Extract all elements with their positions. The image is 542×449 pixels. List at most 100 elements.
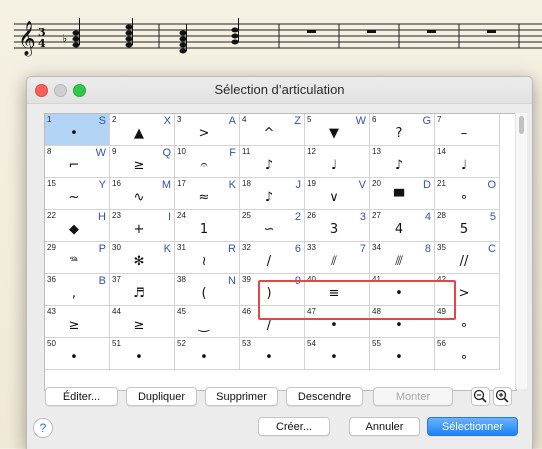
- articulation-cell[interactable]: 16 M ∿: [110, 178, 175, 210]
- articulation-cell[interactable]: 5 W ▼: [305, 114, 370, 146]
- cell-number: 12: [307, 147, 316, 156]
- articulation-cell[interactable]: 4 Z ^: [240, 114, 305, 146]
- articulation-cell[interactable]: 15 Y ~: [45, 178, 110, 210]
- music-staff: 𝄞 3 4 ♭: [14, 18, 542, 57]
- articulation-cell[interactable]: 56 ∘: [435, 338, 500, 370]
- articulation-symbol-icon: ≈: [198, 190, 210, 205]
- cell-shortcut-key: Z: [294, 115, 301, 127]
- articulation-symbol-icon: •: [200, 350, 208, 365]
- articulation-cell[interactable]: 41 •: [370, 274, 435, 306]
- articulation-cell[interactable]: 20 D ▀: [370, 178, 435, 210]
- cell-shortcut-key: H: [98, 211, 106, 223]
- cell-number: 27: [372, 211, 381, 220]
- articulation-cell[interactable]: 38 N (: [175, 274, 240, 306]
- articulation-symbol-icon: ∽: [263, 222, 275, 237]
- duplicate-button[interactable]: Dupliquer: [126, 387, 197, 406]
- cell-number: 55: [372, 339, 381, 348]
- articulation-symbol-icon: ♩: [460, 158, 468, 173]
- articulation-cell[interactable]: 6 G?: [370, 114, 435, 146]
- articulation-cell[interactable]: 11 ♪: [240, 146, 305, 178]
- articulation-cell[interactable]: 43 ≥: [45, 306, 110, 338]
- articulation-cell[interactable]: 52 •: [175, 338, 240, 370]
- cell-shortcut-key: D: [423, 179, 431, 191]
- articulation-cell[interactable]: 17 K ≈: [175, 178, 240, 210]
- create-button[interactable]: Créer...: [258, 417, 330, 436]
- cell-shortcut-key: P: [98, 243, 106, 255]
- articulation-cell[interactable]: 26 3 3: [305, 210, 370, 242]
- articulation-symbol-icon: ≥: [133, 158, 145, 173]
- cell-shortcut-key: 6: [294, 243, 301, 255]
- articulation-cell[interactable]: 28 5 5: [435, 210, 500, 242]
- articulation-cell[interactable]: 49 ∘: [435, 306, 500, 338]
- articulation-cell[interactable]: 18 J ♪: [240, 178, 305, 210]
- articulation-symbol-icon: /: [266, 254, 272, 269]
- articulation-cell[interactable]: 37 ♬: [110, 274, 175, 306]
- articulation-symbol-icon: ♩: [330, 158, 338, 173]
- articulation-cell[interactable]: 12 ♩: [305, 146, 370, 178]
- zoom-in-button[interactable]: [493, 387, 512, 406]
- articulation-cell[interactable]: 10 F 𝄐: [175, 146, 240, 178]
- articulation-cell[interactable]: 34 8 ⫻: [370, 242, 435, 274]
- articulation-cell[interactable]: 29 P 𝆮: [45, 242, 110, 274]
- articulation-symbol-icon: •: [70, 350, 78, 365]
- articulation-cell[interactable]: 39 9): [240, 274, 305, 306]
- articulation-cell[interactable]: 21 O ∘: [435, 178, 500, 210]
- articulation-cell[interactable]: 46 /: [240, 306, 305, 338]
- articulation-cell[interactable]: 7–: [435, 114, 500, 146]
- articulation-cell[interactable]: 8 W ⌐: [45, 146, 110, 178]
- title-bar: Sélection d’articulation: [27, 77, 532, 104]
- zoom-out-button[interactable]: [471, 387, 490, 406]
- articulation-cell[interactable]: 48 •: [370, 306, 435, 338]
- cell-number: 16: [112, 179, 121, 188]
- move-down-button[interactable]: Descendre: [286, 387, 363, 406]
- cancel-button[interactable]: Annuler: [349, 417, 420, 436]
- move-up-button[interactable]: Monter: [373, 387, 453, 406]
- articulation-cell[interactable]: 51 •: [110, 338, 175, 370]
- delete-button[interactable]: Supprimer: [205, 387, 278, 406]
- articulation-cell[interactable]: 53 •: [240, 338, 305, 370]
- cell-shortcut-key: 2: [294, 211, 301, 223]
- articulation-cell[interactable]: 36 B,: [45, 274, 110, 306]
- articulation-cell[interactable]: 35 C //: [435, 242, 500, 274]
- articulation-cell[interactable]: 22 H ◆: [45, 210, 110, 242]
- articulation-cell[interactable]: 55 •: [370, 338, 435, 370]
- cell-number: 34: [372, 243, 381, 252]
- articulation-cell[interactable]: 40 ≡: [305, 274, 370, 306]
- articulation-cell[interactable]: 9 Q ≥: [110, 146, 175, 178]
- articulation-cell[interactable]: 2 X ▲: [110, 114, 175, 146]
- articulation-symbol-icon: ▲: [134, 126, 144, 141]
- cell-number: 42: [437, 275, 446, 284]
- articulation-cell[interactable]: 19 V ∨: [305, 178, 370, 210]
- select-button[interactable]: Sélectionner: [427, 417, 518, 436]
- grid-scrollbar[interactable]: [515, 113, 527, 389]
- articulation-cell[interactable]: 13 ♪: [370, 146, 435, 178]
- articulation-cell[interactable]: 44 ≥: [110, 306, 175, 338]
- articulation-symbol-icon: ♪: [394, 158, 404, 173]
- articulation-symbol-icon: ⫻: [395, 254, 403, 269]
- zoom-out-icon: [473, 389, 487, 403]
- articulation-symbol-icon: /: [266, 318, 272, 333]
- articulation-cell[interactable]: 50 •: [45, 338, 110, 370]
- articulation-symbol-icon: ,: [71, 286, 77, 301]
- cell-shortcut-key: 3: [359, 211, 366, 223]
- articulation-cell[interactable]: 42 >: [435, 274, 500, 306]
- articulation-cell[interactable]: 33 7 ⫽: [305, 242, 370, 274]
- articulation-cell[interactable]: 23 I +: [110, 210, 175, 242]
- scrollbar-thumb[interactable]: [519, 116, 524, 134]
- articulation-cell[interactable]: 54 •: [305, 338, 370, 370]
- help-button[interactable]: ?: [33, 418, 53, 438]
- articulation-cell[interactable]: 45 ‿: [175, 306, 240, 338]
- articulation-symbol-icon: •: [395, 318, 403, 333]
- articulation-cell[interactable]: 47 •: [305, 306, 370, 338]
- svg-text:4: 4: [38, 37, 46, 50]
- articulation-cell[interactable]: 25 2 ∽: [240, 210, 305, 242]
- articulation-cell[interactable]: 32 6 /: [240, 242, 305, 274]
- edit-button[interactable]: Éditer...: [45, 387, 118, 406]
- articulation-cell[interactable]: 14 ♩: [435, 146, 500, 178]
- articulation-cell[interactable]: 27 4 4: [370, 210, 435, 242]
- articulation-cell[interactable]: 3 A >: [175, 114, 240, 146]
- articulation-cell[interactable]: 24 1: [175, 210, 240, 242]
- articulation-cell[interactable]: 1 S •: [45, 114, 110, 146]
- articulation-cell[interactable]: 30 K ✻: [110, 242, 175, 274]
- articulation-cell[interactable]: 31 R ≀: [175, 242, 240, 274]
